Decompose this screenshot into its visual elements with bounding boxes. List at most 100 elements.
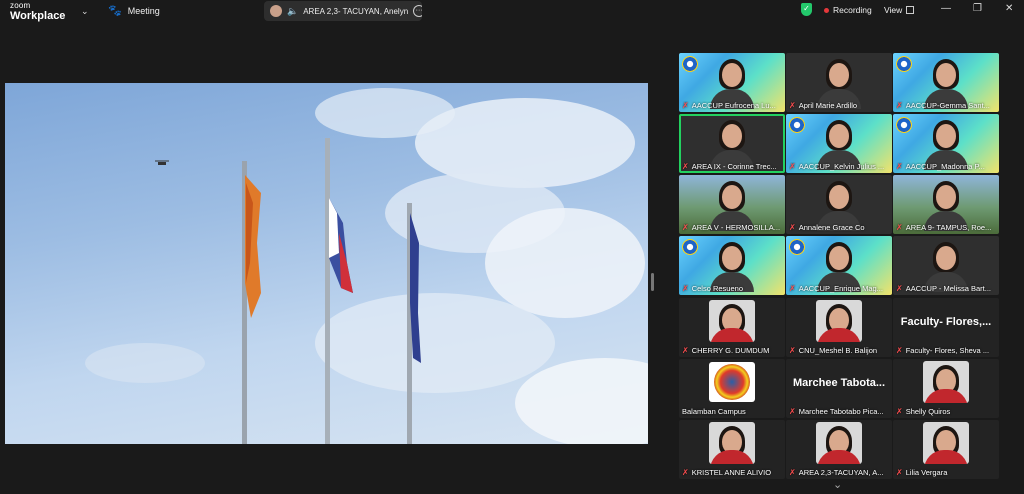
participant-tile[interactable]: ✗ Celso Resueno [679, 236, 785, 295]
muted-mic-icon: ✗ [682, 468, 689, 477]
participant-tile[interactable]: ✗ AACCUP_Enrique Mag... [786, 236, 892, 295]
participant-tile[interactable]: ✗ AACCUP - Melissa Bart... [893, 236, 999, 295]
view-button[interactable]: View [884, 5, 915, 15]
participant-tile[interactable]: ✗ April Marie Ardillo [786, 53, 892, 112]
more-options-icon[interactable]: ··· [413, 5, 422, 17]
profile-picture [709, 300, 755, 342]
participant-name: Shelly Quiros [905, 407, 951, 416]
participant-name: CHERRY G. DUMDUM [691, 346, 770, 355]
aaccup-logo-icon [896, 117, 912, 133]
aaccup-logo-icon [682, 56, 698, 72]
muted-mic-icon: ✗ [789, 284, 796, 293]
muted-mic-icon: ✗ [789, 223, 796, 232]
participant-tile[interactable]: ✗ AREA 2,3-TACUYAN, A... [786, 420, 892, 479]
participant-name: Balamban Campus [682, 407, 746, 416]
brand-bottom-text: Workplace [10, 10, 66, 22]
participant-name-label: ✗ Marchee Tabotabo Pica... [789, 407, 890, 416]
muted-mic-icon: ✗ [682, 284, 689, 293]
participant-display-name: Faculty- Flores,... [900, 316, 992, 328]
shared-screen[interactable] [5, 83, 648, 444]
participant-name-label: ✗ Lilia Vergara [896, 468, 997, 477]
participant-name: AACCUP Eufrocena Lu... [691, 101, 776, 110]
muted-mic-icon: ✗ [789, 346, 796, 355]
participant-name-label: ✗ AACCUP-Gemma Sant... [896, 101, 997, 110]
participant-tile[interactable]: ✗ AREA 9- TAMPUS, Roe... [893, 175, 999, 234]
profile-picture [816, 422, 862, 464]
participant-tile[interactable]: Marchee Tabota... ✗ Marchee Tabotabo Pica.… [786, 359, 892, 418]
muted-mic-icon: ✗ [789, 468, 796, 477]
chevron-down-icon[interactable]: ⌄ [833, 478, 842, 491]
aaccup-logo-icon [789, 239, 805, 255]
chevron-down-icon[interactable]: ⌄ [81, 6, 89, 17]
participant-name: KRISTEL ANNE ALIVIO [691, 468, 772, 477]
participant-name-label: ✗ Celso Resueno [682, 284, 783, 293]
zoom-meeting-window: zoom Workplace ⌄ 🐾 Meeting 🔈 AREA 2,3- T… [0, 0, 1024, 494]
aaccup-logo-icon [896, 56, 912, 72]
participant-tile[interactable]: ✗ CHERRY G. DUMDUM [679, 298, 785, 357]
participant-name: Faculty- Flores, Sheva ... [905, 346, 990, 355]
participant-tile[interactable]: ✗ AACCUP_Kelvin Julius ... [786, 114, 892, 173]
profile-picture [923, 422, 969, 464]
security-shield-icon[interactable]: ✓ [801, 3, 812, 16]
recording-dot-icon [824, 7, 829, 13]
participant-name: AREA V - HERMOSILLA... [691, 223, 781, 232]
profile-picture [923, 361, 969, 403]
muted-mic-icon: ✗ [682, 346, 689, 355]
grid-view-icon [906, 6, 915, 14]
participant-name-label: ✗ AACCUP Eufrocena Lu... [682, 101, 783, 110]
participant-tile[interactable]: ✗ Shelly Quiros [893, 359, 999, 418]
brand-top-text: zoom [10, 1, 31, 10]
panel-resize-handle[interactable] [651, 273, 654, 291]
participant-name: AACCUP-Gemma Sant... [905, 101, 990, 110]
participant-tile[interactable]: Faculty- Flores,... ✗ Faculty- Flores, She… [893, 298, 999, 357]
participant-tile[interactable]: ✗ CNU_Meshel B. Balijon [786, 298, 892, 357]
recording-indicator[interactable]: Recording [824, 5, 872, 15]
participant-name-label: ✗ AREA IX - Corinne Trec... [682, 162, 783, 171]
restore-icon[interactable]: ❐ [973, 3, 982, 14]
participant-tile[interactable]: ✗ Lilia Vergara [893, 420, 999, 479]
view-label: View [884, 5, 903, 15]
active-speaker-pill[interactable]: 🔈 AREA 2,3- TACUYAN, Anelyn ··· [264, 1, 422, 21]
profile-picture [709, 422, 755, 464]
participant-name: Marchee Tabotabo Pica... [798, 407, 884, 416]
participant-name-label: ✗ AACCUP_Enrique Mag... [789, 284, 890, 293]
campus-seal-icon [709, 362, 755, 402]
participant-name: AACCUP_Enrique Mag... [798, 284, 883, 293]
muted-mic-icon: ✗ [789, 407, 796, 416]
zoom-workplace-logo[interactable]: zoom Workplace [10, 2, 65, 22]
participant-tile[interactable]: ✗ Annalene Grace Co [786, 175, 892, 234]
profile-picture [816, 300, 862, 342]
participant-tile[interactable]: ✗ AACCUP Eufrocena Lu... [679, 53, 785, 112]
participant-name: AREA IX - Corinne Trec... [691, 162, 777, 171]
participant-name: AREA 9- TAMPUS, Roe... [905, 223, 992, 232]
participant-name-label: ✗ CNU_Meshel B. Balijon [789, 346, 890, 355]
participant-name-label: ✗ Faculty- Flores, Sheva ... [896, 346, 997, 355]
shared-screen-image [85, 88, 648, 444]
paw-icon: 🐾 [108, 5, 122, 17]
aaccup-logo-icon [682, 239, 698, 255]
participant-tile[interactable]: ✗ AACCUP_Madonna P... [893, 114, 999, 173]
participant-tile[interactable]: ✗ AREA V - HERMOSILLA... [679, 175, 785, 234]
participant-name-label: ✗ AREA 9- TAMPUS, Roe... [896, 223, 997, 232]
muted-mic-icon: ✗ [789, 162, 796, 171]
participant-name: Celso Resueno [691, 284, 743, 293]
participant-name-label: ✗ AREA V - HERMOSILLA... [682, 223, 783, 232]
meeting-button[interactable]: 🐾 Meeting [108, 4, 160, 17]
drone-icon [155, 160, 169, 165]
meeting-label: Meeting [127, 5, 160, 16]
participant-tile[interactable]: Balamban Campus [679, 359, 785, 418]
participant-tile[interactable]: ✗ AREA IX - Corinne Trec... [679, 114, 785, 173]
participant-name-label: ✗ AACCUP_Madonna P... [896, 162, 997, 171]
muted-mic-icon: ✗ [896, 346, 903, 355]
participant-name-label: ✗ AREA 2,3-TACUYAN, A... [789, 468, 890, 477]
recording-label: Recording [833, 5, 872, 15]
participant-tile[interactable]: ✗ KRISTEL ANNE ALIVIO [679, 420, 785, 479]
participant-name-label: Balamban Campus [682, 407, 783, 416]
participant-tile[interactable]: ✗ AACCUP-Gemma Sant... [893, 53, 999, 112]
close-icon[interactable]: ✕ [1005, 3, 1013, 14]
participant-name-label: ✗ Annalene Grace Co [789, 223, 890, 232]
active-speaker-name: AREA 2,3- TACUYAN, Anelyn [303, 6, 409, 16]
minimize-icon[interactable]: — [941, 3, 951, 14]
participant-name: Lilia Vergara [905, 468, 948, 477]
participant-name: CNU_Meshel B. Balijon [798, 346, 878, 355]
